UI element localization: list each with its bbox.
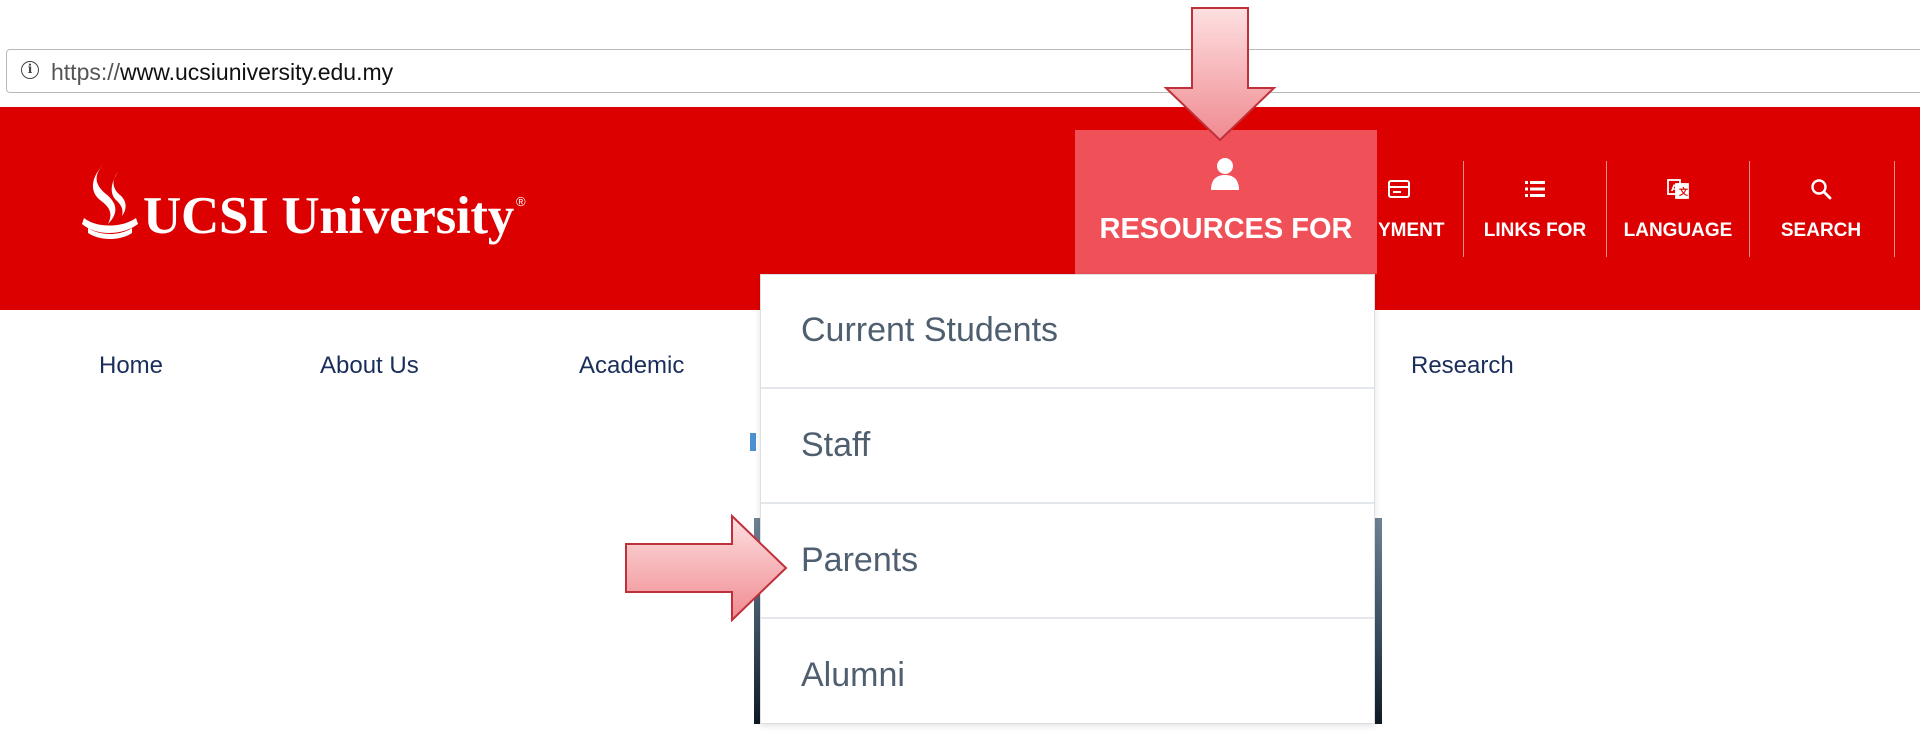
menu-item-staff[interactable]: Staff bbox=[761, 390, 1374, 504]
nav-divider bbox=[1894, 161, 1895, 257]
menu-item-label: Alumni bbox=[801, 656, 905, 694]
search-icon bbox=[1811, 179, 1832, 200]
resources-for-tab[interactable] bbox=[1075, 130, 1377, 274]
url-scheme: https:// bbox=[51, 59, 121, 85]
url-host: www.ucsiuniversity.edu.my bbox=[120, 59, 394, 85]
svg-text:A: A bbox=[1671, 184, 1678, 194]
menu-item-parents[interactable]: Parents bbox=[761, 505, 1374, 619]
search-nav-label: SEARCH bbox=[1780, 220, 1862, 241]
nav-about-us[interactable]: About Us bbox=[320, 352, 419, 380]
links-for-nav-item[interactable]: LINKS FOR bbox=[1464, 163, 1606, 257]
language-nav-item[interactable]: A 文 LANGUAGE bbox=[1607, 163, 1749, 257]
annotation-arrow-down-icon bbox=[1163, 7, 1277, 142]
nav-home[interactable]: Home bbox=[99, 352, 163, 380]
payment-nav-item[interactable]: YMENT bbox=[1372, 163, 1466, 257]
info-circle-icon[interactable]: i bbox=[21, 61, 39, 79]
menu-item-label: Current Students bbox=[801, 311, 1059, 349]
menu-item-label: Parents bbox=[801, 541, 919, 579]
url-text[interactable]: https://www.ucsiuniversity.edu.my bbox=[51, 59, 393, 86]
menu-item-alumni[interactable]: Alumni bbox=[761, 620, 1374, 734]
nav-academic[interactable]: Academic bbox=[579, 352, 684, 380]
logo-text[interactable]: UCSI University bbox=[143, 186, 514, 246]
resources-for-label[interactable]: RESOURCES FOR bbox=[1075, 213, 1377, 246]
registered-mark: ® bbox=[516, 194, 526, 209]
content-edge bbox=[750, 433, 756, 451]
translate-icon: A 文 bbox=[1667, 179, 1689, 199]
nav-research[interactable]: Research bbox=[1411, 352, 1514, 380]
links-for-nav-label: LINKS FOR bbox=[1483, 220, 1587, 241]
payment-nav-label: YMENT bbox=[1378, 220, 1445, 241]
svg-text:文: 文 bbox=[1678, 186, 1689, 198]
university-logo-icon[interactable] bbox=[78, 162, 140, 242]
address-bar[interactable]: i https://www.ucsiuniversity.edu.my bbox=[6, 49, 1920, 93]
language-nav-label: LANGUAGE bbox=[1623, 220, 1733, 241]
annotation-arrow-right-icon bbox=[625, 513, 788, 623]
list-icon bbox=[1525, 181, 1545, 197]
menu-item-current-students[interactable]: Current Students bbox=[761, 275, 1374, 389]
user-icon bbox=[1211, 158, 1239, 190]
resources-dropdown-menu: Current Students Staff Parents Alumni bbox=[760, 274, 1375, 724]
menu-item-label: Staff bbox=[801, 426, 871, 464]
search-nav-item[interactable]: SEARCH bbox=[1750, 163, 1892, 257]
card-icon bbox=[1388, 180, 1410, 198]
